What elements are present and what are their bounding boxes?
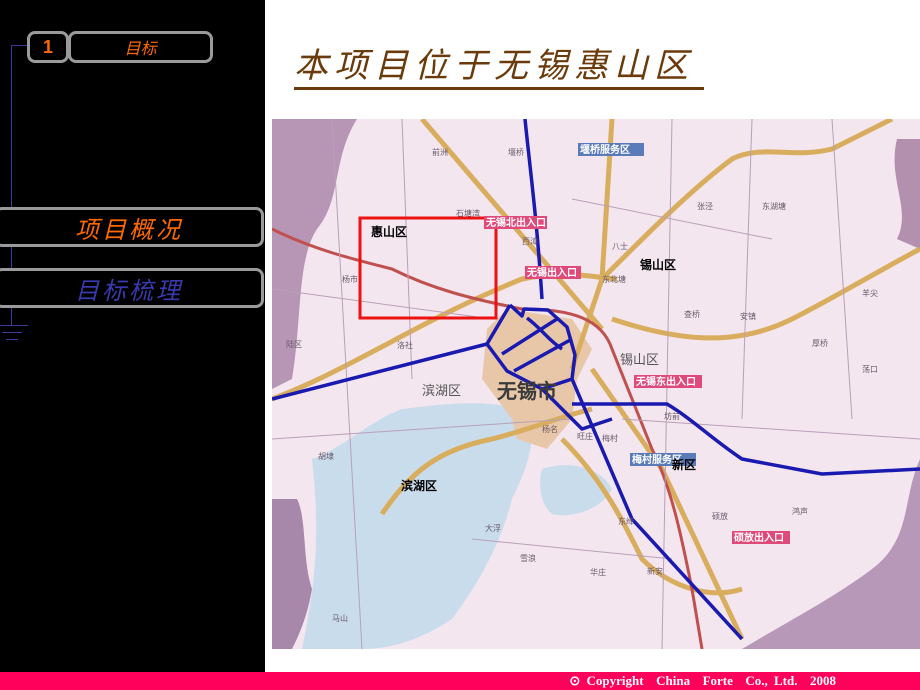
- town-label: 前洲: [432, 147, 448, 157]
- town-label: 荡口: [862, 364, 878, 374]
- copyright-icon: ⊙: [569, 673, 581, 688]
- town-label: 马山: [332, 613, 348, 623]
- city-label: 无锡市: [497, 379, 557, 403]
- town-label: 华庄: [590, 567, 606, 577]
- exit-label: 无锡出入口: [526, 266, 577, 279]
- town-label: 硕放: [712, 511, 728, 521]
- exit-label: 无锡东出入口: [635, 375, 696, 388]
- exit-label: 硕放出入口: [734, 531, 784, 544]
- town-label: 西漳: [522, 236, 538, 246]
- exit-label: 无锡北出入口: [485, 216, 546, 229]
- town-label: 羊尖: [862, 288, 878, 298]
- location-map: 无锡北出入口 无锡出入口 无锡东出入口 硕放出入口 堰桥服务区 梅村服务区 无锡…: [272, 119, 920, 649]
- section-title: 目标: [124, 39, 157, 58]
- ground-line-3: [6, 339, 18, 340]
- town-label: 厚桥: [812, 338, 828, 348]
- town-label: 梅村: [602, 433, 618, 443]
- district-label-huishan: 惠山区: [371, 224, 407, 239]
- exit-sign-shuofang: 硕放出入口: [732, 531, 790, 544]
- town-label: 旺庄: [577, 431, 593, 441]
- town-label: 洛社: [397, 340, 413, 350]
- section-title-box: 目标: [68, 31, 213, 63]
- section-number-badge: 1: [27, 31, 69, 63]
- ground-line-1: [0, 325, 28, 326]
- town-label: 胡埭: [318, 451, 334, 461]
- nav-item-project-overview[interactable]: 项目概况: [0, 207, 264, 247]
- town-label: 坊前: [664, 411, 680, 421]
- copyright-text: ⊙ Copyright China Forte Co., Ltd. 2008: [569, 672, 836, 690]
- section-number: 1: [42, 36, 53, 57]
- town-label: 安镇: [740, 311, 756, 321]
- footer-bar: ⊙ Copyright China Forte Co., Ltd. 2008: [0, 672, 920, 690]
- town-label: 东湖塘: [762, 201, 786, 211]
- nav-item-label: 项目概况: [75, 215, 183, 244]
- printed-district-xishan: 锡山区: [620, 353, 659, 368]
- service-area-yanqiao: 堰桥服务区: [578, 143, 644, 156]
- town-label: 陆区: [286, 339, 302, 349]
- district-label-xinqu: 新区: [672, 457, 696, 472]
- town-label: 张泾: [697, 202, 713, 211]
- exit-sign-east: 无锡东出入口: [634, 375, 702, 388]
- district-label-xishan: 锡山区: [640, 257, 676, 272]
- copyright-label: Copyright China Forte Co., Ltd. 2008: [586, 673, 836, 688]
- page-title: 本项目位于无锡惠山区: [294, 46, 704, 90]
- town-label: 八士: [612, 241, 628, 251]
- exit-sign-north: 无锡北出入口: [484, 216, 547, 229]
- town-label: 大浮: [485, 523, 501, 533]
- printed-district-binhu: 滨湖区: [422, 383, 461, 399]
- sidebar: 1 目标 项目概况 目标梳理: [0, 0, 265, 672]
- town-label: 新安: [647, 566, 663, 576]
- nav-item-goal-review[interactable]: 目标梳理: [0, 268, 264, 308]
- nav-connector-line-top: [11, 45, 28, 46]
- town-label: 杨名: [542, 424, 558, 434]
- nav-item-label: 目标梳理: [75, 276, 183, 305]
- exit-sign-main: 无锡出入口: [525, 266, 581, 279]
- ground-line-2: [2, 332, 22, 333]
- service-area-label: 堰桥服务区: [580, 143, 630, 156]
- town-label: 石塘湾: [456, 208, 480, 218]
- town-label: 查桥: [684, 309, 700, 319]
- district-label-binhu: 滨湖区: [401, 478, 437, 493]
- town-label: 东北塘: [602, 274, 626, 284]
- town-label: 雪浪: [520, 553, 536, 563]
- town-label: 堰桥: [508, 147, 524, 157]
- town-label: 东绛: [618, 516, 634, 526]
- town-label: 鸿声: [792, 506, 808, 516]
- town-label: 杨市: [342, 274, 358, 284]
